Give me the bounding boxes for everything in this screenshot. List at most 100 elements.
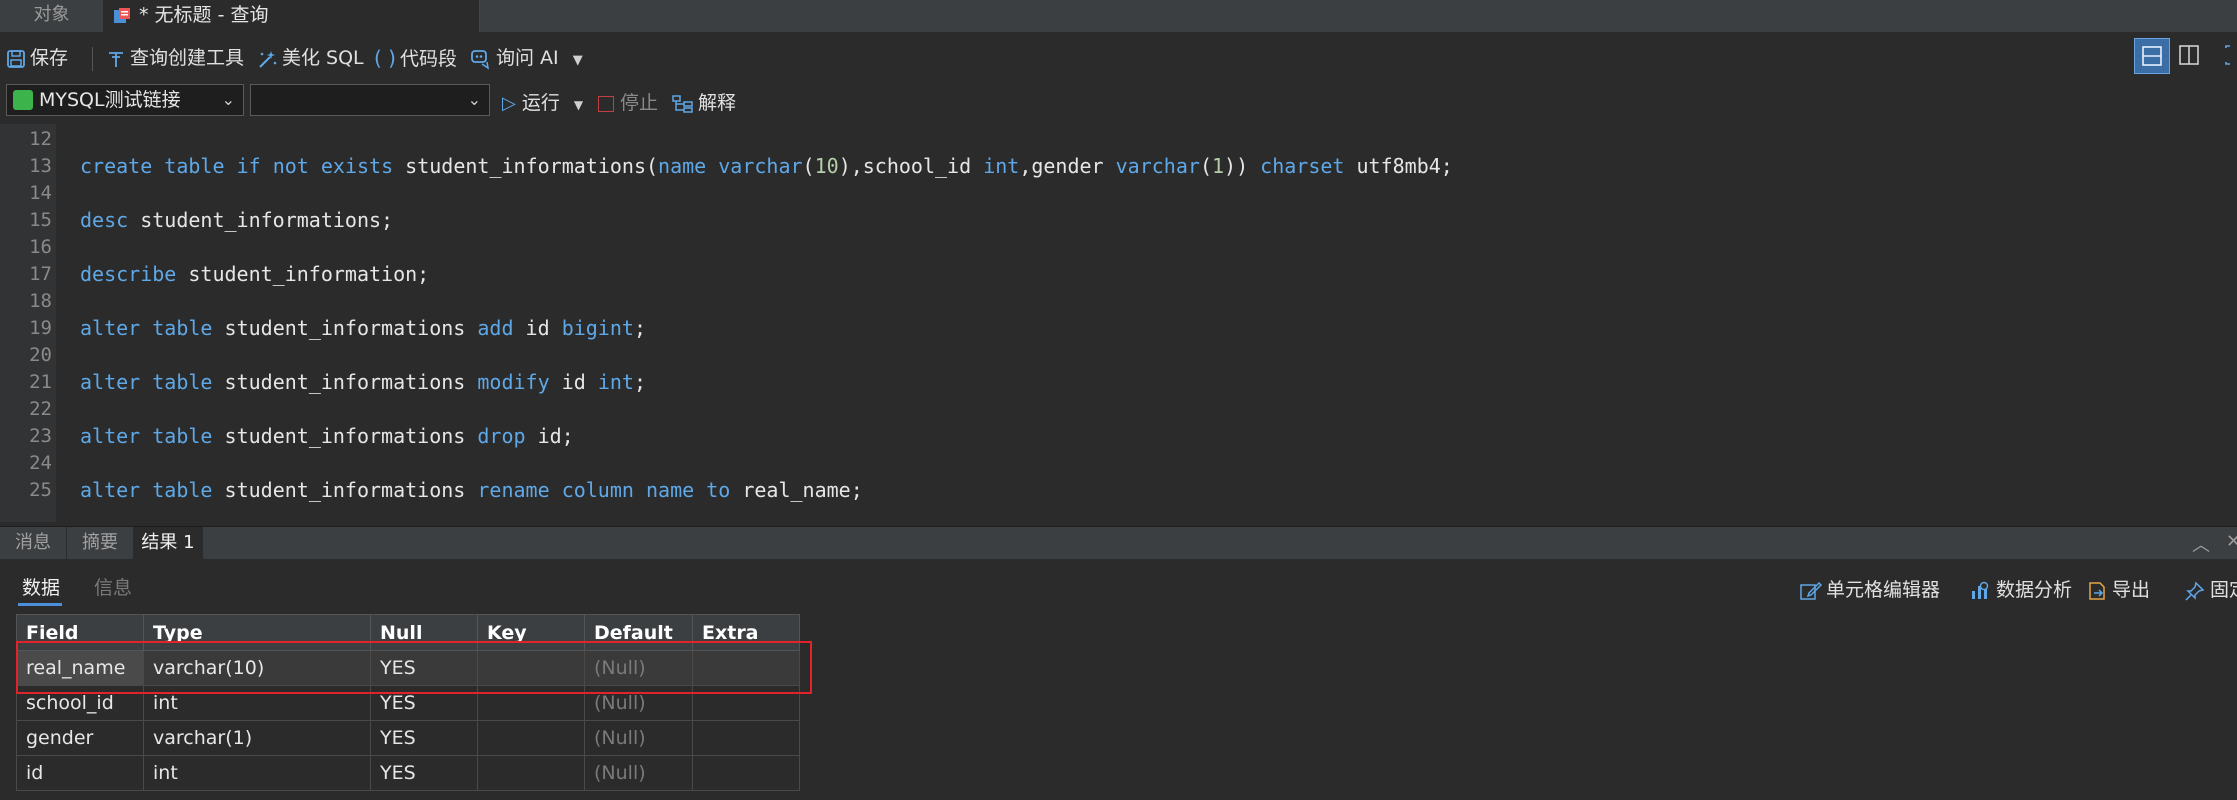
- pin-button[interactable]: 固定: [2184, 575, 2237, 602]
- chevron-down-icon[interactable]: ▼: [574, 98, 583, 112]
- code-line-21: alter table student_informations modify …: [80, 370, 646, 394]
- code-line-19: alter table student_informations add id …: [80, 316, 646, 340]
- explain-button[interactable]: 解释: [672, 88, 736, 118]
- grid-cell[interactable]: int: [143, 685, 371, 721]
- grid-cell[interactable]: [477, 650, 585, 686]
- ask-ai-label: 询问 AI: [496, 47, 559, 69]
- tab-data[interactable]: 数据: [22, 573, 60, 600]
- data-analysis-button[interactable]: 数据分析: [1970, 575, 2072, 602]
- chart-icon: [1972, 581, 1989, 599]
- tab-result-1[interactable]: 结果 1: [134, 527, 203, 559]
- table-row[interactable]: id int YES (Null): [16, 755, 800, 791]
- line-number: 20: [29, 344, 52, 366]
- mysql-connection-icon: [13, 90, 33, 110]
- grid-cell[interactable]: varchar(10): [143, 650, 371, 686]
- grid-cell[interactable]: YES: [370, 755, 478, 791]
- beautify-sql-button[interactable]: 美化 SQL: [256, 43, 364, 73]
- grid-cell[interactable]: id: [16, 755, 144, 791]
- ai-assistant-icon: [471, 49, 490, 70]
- line-number: 18: [29, 290, 52, 312]
- export-icon: [2089, 581, 2105, 600]
- grid-cell[interactable]: [692, 685, 800, 721]
- fullscreen-button[interactable]: [2218, 38, 2237, 74]
- grid-cell[interactable]: [477, 720, 585, 756]
- stop-button[interactable]: 停止: [598, 88, 658, 118]
- code-snippet-button[interactable]: ( ) 代码段: [374, 43, 457, 73]
- ask-ai-button[interactable]: 询问 AI ▼: [470, 43, 583, 73]
- grid-cell[interactable]: YES: [370, 685, 478, 721]
- column-header[interactable]: Type: [143, 614, 371, 651]
- query-toolbar: 保存 查询创建工具 美化 SQL ( ) 代码段 询问 AI ▼: [0, 33, 2237, 83]
- column-header[interactable]: Field: [16, 614, 144, 651]
- pin-icon: [2185, 581, 2205, 601]
- data-analysis-label: 数据分析: [1996, 579, 2073, 601]
- code-line-13: create table if not exists student_infor…: [80, 154, 1453, 178]
- tab-messages[interactable]: 消息: [0, 527, 67, 559]
- grid-cell[interactable]: YES: [370, 720, 478, 756]
- table-row[interactable]: real_name varchar(10) YES (Null): [16, 650, 800, 686]
- expand-icon: [2225, 45, 2230, 65]
- line-number: 19: [29, 317, 52, 339]
- grid-cell[interactable]: int: [143, 755, 371, 791]
- grid-cell[interactable]: (Null): [584, 685, 693, 721]
- export-button[interactable]: 导出: [2086, 575, 2150, 602]
- layout-horizontal-split-button[interactable]: [2134, 38, 2170, 74]
- sql-editor[interactable]: 12 13 14 15 16 17 18 19 20 21 22 23 24 2…: [0, 124, 2237, 522]
- chevron-down-icon: ⌄: [467, 90, 481, 109]
- export-label: 导出: [2112, 579, 2151, 601]
- tab-summary[interactable]: 摘要: [67, 527, 134, 559]
- column-header[interactable]: Null: [370, 614, 478, 651]
- grid-cell[interactable]: [692, 650, 800, 686]
- tab-untitled-query[interactable]: * 无标题 - 查询: [103, 0, 480, 32]
- line-number: 12: [29, 128, 52, 150]
- grid-cell[interactable]: school_id: [16, 685, 144, 721]
- grid-cell[interactable]: (Null): [584, 755, 693, 791]
- query-icon: [114, 8, 130, 23]
- grid-cell[interactable]: [477, 685, 585, 721]
- table-row[interactable]: school_id int YES (Null): [16, 685, 800, 721]
- collapse-panel-icon[interactable]: ︿: [2192, 531, 2210, 557]
- line-number: 24: [29, 452, 52, 474]
- save-button[interactable]: 保存: [6, 43, 68, 73]
- column-header[interactable]: Key: [477, 614, 585, 651]
- grid-header-row: Field Type Null Key Default Extra: [16, 614, 800, 651]
- grid-cell[interactable]: varchar(1): [143, 720, 371, 756]
- line-number: 25: [29, 479, 52, 501]
- tab-query-label: * 无标题 - 查询: [139, 4, 269, 26]
- grid-cell[interactable]: (Null): [584, 650, 693, 686]
- connection-select[interactable]: MYSQL测试链接 ⌄: [6, 84, 244, 116]
- cell-editor-button[interactable]: 单元格编辑器: [1800, 575, 1940, 602]
- result-grid[interactable]: Field Type Null Key Default Extra real_n…: [16, 614, 800, 791]
- close-icon[interactable]: ✕: [2226, 531, 2237, 552]
- database-select[interactable]: ⌄: [250, 84, 490, 116]
- grid-cell[interactable]: [692, 720, 800, 756]
- run-button[interactable]: ▷ 运行 ▼: [502, 88, 583, 118]
- grid-cell[interactable]: [692, 755, 800, 791]
- stop-icon: [598, 95, 614, 112]
- query-builder-button[interactable]: 查询创建工具: [106, 43, 244, 73]
- grid-cell[interactable]: gender: [16, 720, 144, 756]
- run-label: 运行: [521, 92, 560, 114]
- column-header[interactable]: Default: [584, 614, 693, 651]
- braces-icon: ( ): [374, 46, 396, 70]
- grid-cell[interactable]: YES: [370, 650, 478, 686]
- tab-info[interactable]: 信息: [94, 573, 132, 600]
- result-panel-tabs: 消息 摘要 结果 1 ︿ ✕: [0, 526, 2237, 559]
- explain-label: 解释: [698, 92, 737, 114]
- code-snippet-label: 代码段: [399, 48, 457, 70]
- line-number: 17: [29, 263, 52, 285]
- active-tab-indicator: [18, 603, 62, 606]
- chevron-down-icon[interactable]: ▼: [573, 53, 583, 68]
- tab-objects[interactable]: 对象: [0, 0, 103, 32]
- grid-cell[interactable]: real_name: [16, 650, 144, 686]
- line-number: 13: [29, 155, 52, 177]
- layout-vertical-split-button[interactable]: [2172, 38, 2208, 74]
- table-row[interactable]: gender varchar(1) YES (Null): [16, 720, 800, 756]
- column-header[interactable]: Extra: [692, 614, 800, 651]
- grid-cell[interactable]: [477, 755, 585, 791]
- chevron-down-icon: ⌄: [221, 90, 235, 109]
- grid-cell[interactable]: (Null): [584, 720, 693, 756]
- query-builder-label: 查询创建工具: [130, 47, 245, 69]
- save-icon: [7, 49, 25, 68]
- edit-pencil-icon: [1800, 581, 1823, 600]
